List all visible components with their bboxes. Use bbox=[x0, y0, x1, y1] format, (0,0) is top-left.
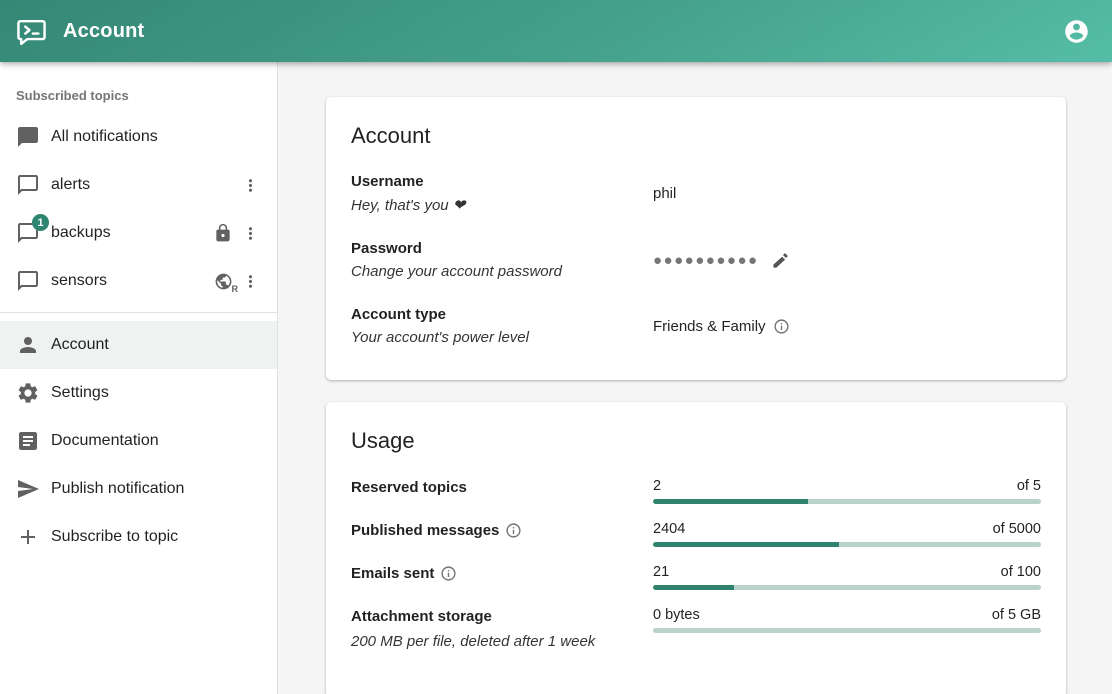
account-card-title: Account bbox=[351, 123, 1041, 149]
plus-icon bbox=[16, 525, 40, 549]
sidebar-item-account[interactable]: Account bbox=[0, 321, 277, 369]
sidebar-item-label: Documentation bbox=[51, 432, 159, 450]
more-vert-icon bbox=[241, 224, 260, 243]
sidebar-item-label: alerts bbox=[51, 176, 90, 194]
attachment-storage-current: 0 bytes bbox=[653, 607, 700, 623]
account-avatar-button[interactable] bbox=[1056, 11, 1096, 51]
sidebar-item-label: Settings bbox=[51, 384, 109, 402]
password-sublabel: Change your account password bbox=[351, 263, 653, 280]
reserved-topics-current: 2 bbox=[653, 478, 661, 494]
username-label: Username bbox=[351, 173, 653, 190]
sidebar-item-all-notifications[interactable]: All notifications bbox=[0, 113, 277, 161]
usage-card: Usage Reserved topics 2 of 5 Published m… bbox=[326, 402, 1066, 694]
page-title: Account bbox=[63, 20, 144, 43]
sidebar-item-settings[interactable]: Settings bbox=[0, 369, 277, 417]
pencil-icon bbox=[771, 251, 790, 270]
sidebar-item-label: backups bbox=[51, 224, 111, 242]
sidebar-item-alerts[interactable]: alerts bbox=[0, 161, 277, 209]
chat-bubble-outline-icon: 1 bbox=[16, 221, 40, 245]
reserved-globe-icon: R bbox=[211, 269, 235, 293]
username-sublabel: Hey, that's you ❤ bbox=[351, 196, 653, 214]
sidebar-item-label: Account bbox=[51, 336, 109, 354]
chat-bubble-outline-icon bbox=[16, 269, 40, 293]
account-circle-icon bbox=[1063, 18, 1090, 45]
ntfy-logo-icon bbox=[15, 15, 48, 48]
account-type-label: Account type bbox=[351, 306, 653, 323]
password-row: Password Change your account password ●●… bbox=[351, 240, 1041, 280]
usage-card-title: Usage bbox=[351, 428, 1041, 454]
emails-sent-meter: Emails sent 21 of 100 bbox=[351, 564, 1041, 590]
published-messages-current: 2404 bbox=[653, 521, 685, 537]
account-card: Account Username Hey, that's you ❤ phil … bbox=[326, 97, 1066, 380]
reserved-topics-limit: of 5 bbox=[1017, 478, 1041, 494]
progress-bar bbox=[653, 499, 1041, 504]
subscribed-topics-heading: Subscribed topics bbox=[0, 74, 277, 113]
emails-sent-limit: of 100 bbox=[1001, 564, 1041, 580]
chat-bubble-filled-icon bbox=[16, 125, 40, 149]
article-icon bbox=[16, 429, 40, 453]
attachment-storage-meter: Attachment storage 200 MB per file, dele… bbox=[351, 607, 1041, 650]
sidebar-item-label: All notifications bbox=[51, 128, 158, 146]
reserved-topics-label: Reserved topics bbox=[351, 479, 653, 496]
topic-menu-button[interactable] bbox=[235, 170, 265, 200]
person-icon bbox=[16, 333, 40, 357]
sidebar-item-backups[interactable]: 1 backups bbox=[0, 209, 277, 257]
sidebar: Subscribed topics All notifications aler… bbox=[0, 62, 278, 694]
more-vert-icon bbox=[241, 176, 260, 195]
username-value: phil bbox=[653, 185, 676, 202]
emails-sent-label: Emails sent bbox=[351, 565, 434, 582]
published-messages-label: Published messages bbox=[351, 522, 499, 539]
main-content: Account Username Hey, that's you ❤ phil … bbox=[278, 62, 1112, 694]
reserved-topics-meter: Reserved topics 2 of 5 bbox=[351, 478, 1041, 504]
app-header: Account bbox=[0, 0, 1112, 62]
attachment-storage-label: Attachment storage bbox=[351, 608, 653, 625]
edit-password-button[interactable] bbox=[769, 249, 792, 272]
globe-subscript-label: R bbox=[232, 284, 239, 294]
password-label: Password bbox=[351, 240, 653, 257]
sidebar-item-label: Publish notification bbox=[51, 480, 184, 498]
sidebar-item-documentation[interactable]: Documentation bbox=[0, 417, 277, 465]
sidebar-item-label: sensors bbox=[51, 272, 107, 290]
published-messages-meter: Published messages 2404 of 5000 bbox=[351, 521, 1041, 547]
account-type-sublabel: Your account's power level bbox=[351, 329, 653, 346]
sidebar-item-publish-notification[interactable]: Publish notification bbox=[0, 465, 277, 513]
progress-bar bbox=[653, 542, 1041, 547]
progress-bar bbox=[653, 585, 1041, 590]
info-icon[interactable] bbox=[440, 565, 457, 582]
lock-icon bbox=[211, 221, 235, 245]
username-row: Username Hey, that's you ❤ phil bbox=[351, 173, 1041, 214]
emails-sent-current: 21 bbox=[653, 564, 669, 580]
gear-icon bbox=[16, 381, 40, 405]
sidebar-item-sensors[interactable]: sensors R bbox=[0, 257, 277, 305]
account-type-value: Friends & Family bbox=[653, 318, 766, 335]
info-icon[interactable] bbox=[773, 318, 790, 335]
topic-menu-button[interactable] bbox=[235, 218, 265, 248]
progress-bar bbox=[653, 628, 1041, 633]
chat-bubble-outline-icon bbox=[16, 173, 40, 197]
sidebar-item-label: Subscribe to topic bbox=[51, 528, 178, 546]
unread-count-badge: 1 bbox=[32, 214, 49, 231]
info-icon[interactable] bbox=[505, 522, 522, 539]
password-masked-value: ●●●●●●●●●● bbox=[653, 253, 759, 268]
more-vert-icon bbox=[241, 272, 260, 291]
send-icon bbox=[16, 477, 40, 501]
sidebar-divider bbox=[0, 312, 277, 313]
sidebar-item-subscribe-to-topic[interactable]: Subscribe to topic bbox=[0, 513, 277, 561]
account-type-row: Account type Your account's power level … bbox=[351, 306, 1041, 346]
attachment-storage-sublabel: 200 MB per file, deleted after 1 week bbox=[351, 633, 653, 650]
published-messages-limit: of 5000 bbox=[993, 521, 1041, 537]
topic-menu-button[interactable] bbox=[235, 266, 265, 296]
attachment-storage-limit: of 5 GB bbox=[992, 607, 1041, 623]
